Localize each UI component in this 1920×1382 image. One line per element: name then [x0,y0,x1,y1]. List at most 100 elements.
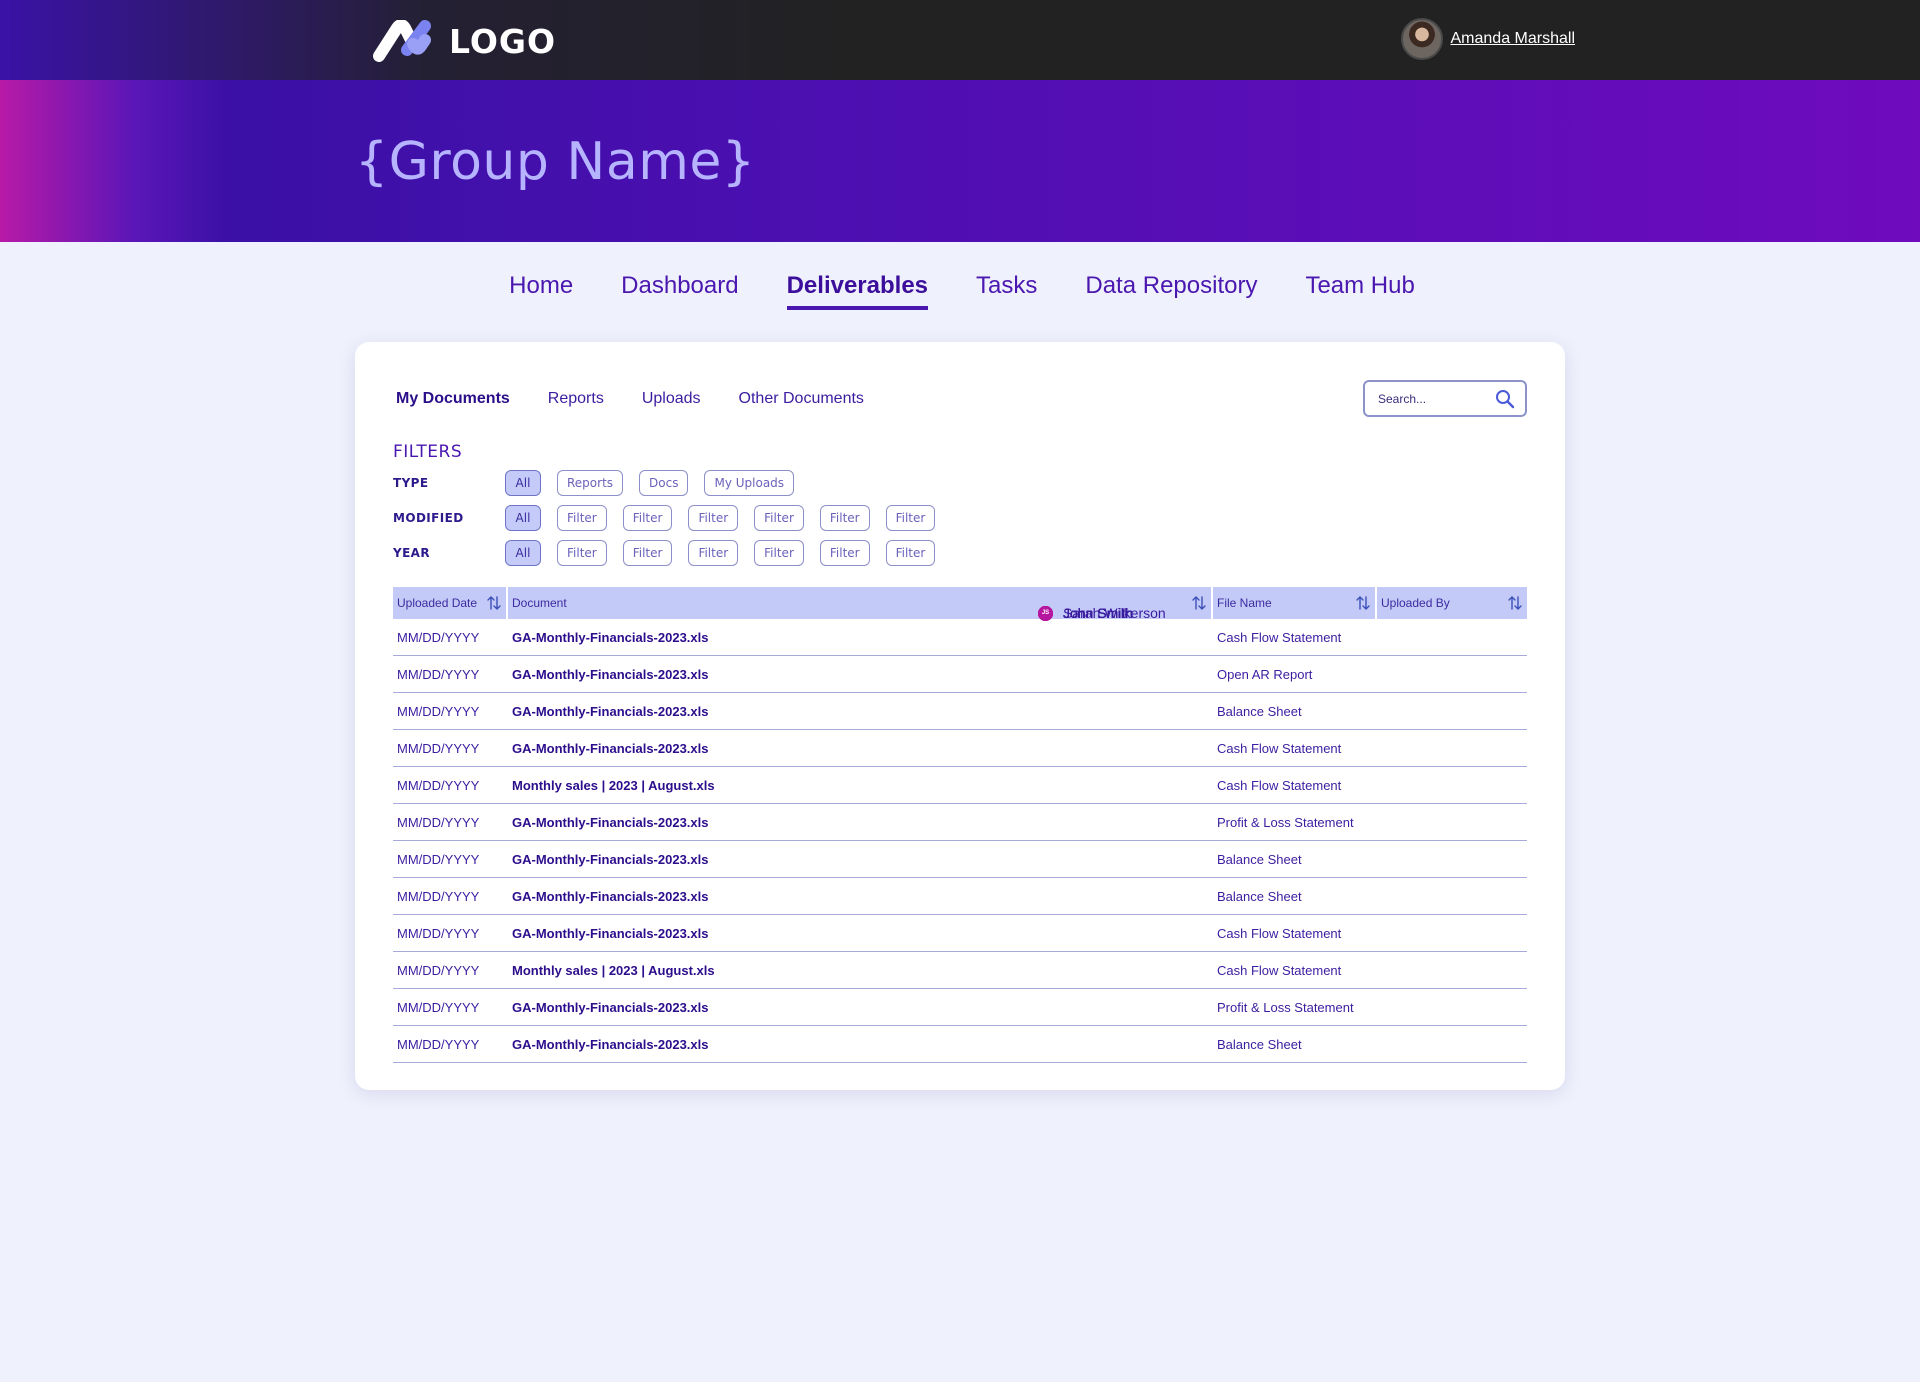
filter-chip[interactable]: Filter [622,505,673,531]
filter-chip[interactable]: Filter [754,505,804,531]
column-header-uploaded-date[interactable]: Uploaded Date [393,587,508,619]
documents-card: My Documents Reports Uploads Other Docum… [355,342,1565,1090]
nav-tasks[interactable]: Tasks [976,272,1037,310]
filter-chip[interactable]: Filter [688,505,739,531]
cell-uploaded-date: MM/DD/YYYY [397,814,480,830]
filter-chip[interactable]: Reports [557,470,624,496]
tab-my-documents[interactable]: My Documents [396,390,510,408]
filter-chip[interactable]: Filter [557,505,607,531]
sort-icon[interactable] [1191,595,1207,611]
filter-chip[interactable]: Filter [885,540,936,566]
table-row[interactable]: MM/DD/YYYY GA-Monthly-Financials-2023.xls… [393,605,1527,878]
search-input[interactable] [1378,391,1488,406]
tab-other-documents[interactable]: Other Documents [739,390,864,408]
filter-chip[interactable]: All [505,470,541,496]
table-row[interactable]: MM/DD/YYYY GA-Monthly-Financials-2023.xls… [393,605,1527,841]
cell-uploaded-date: MM/DD/YYYY [397,999,480,1015]
cell-document-link[interactable]: GA-Monthly-Financials-2023.xls [508,630,1213,645]
cell-file-name: Balance Sheet [1217,888,1302,904]
filter-chip[interactable]: Filter [557,540,607,566]
search-box[interactable] [1363,380,1527,417]
filter-chip[interactable]: Filter [819,540,870,566]
column-header-uploaded-by[interactable]: Uploaded By [1377,587,1527,619]
cell-uploaded-date: MM/DD/YYYY [397,629,480,645]
column-header-file-name[interactable]: File Name [1213,587,1377,619]
page-title: {Group Name} [355,132,756,192]
filter-chip[interactable]: Filter [885,505,936,531]
cell-file-name: Cash Flow Statement [1217,925,1342,941]
cell-document-link[interactable]: Monthly sales | 2023 | August.xls [508,778,1213,793]
tab-reports[interactable]: Reports [548,390,604,408]
cell-document-link[interactable]: GA-Monthly-Financials-2023.xls [508,926,1213,941]
nav-dashboard[interactable]: Dashboard [621,272,738,310]
cell-uploaded-date: MM/DD/YYYY [397,962,480,978]
filter-chip[interactable]: Filter [688,540,739,566]
sort-icon[interactable] [1507,595,1523,611]
table-row[interactable]: MM/DD/YYYY GA-Monthly-Financials-2023.xls… [393,605,1527,1026]
filter-chip[interactable]: My Uploads [704,470,795,496]
filter-row-modified: MODIFIED All Filter Filter Filter Filter… [393,505,951,531]
table-row[interactable]: MM/DD/YYYY GA-Monthly-Financials-2023.xls… [393,605,1527,1063]
tab-uploads[interactable]: Uploads [642,390,701,408]
cell-uploaded-date: MM/DD/YYYY [397,777,480,793]
table-row[interactable]: MM/DD/YYYY Monthly sales | 2023 | August.… [393,605,1527,804]
filters-heading: FILTERS [393,442,463,462]
user-menu[interactable]: Amanda Marshall [1400,18,1576,60]
nav-team-hub[interactable]: Team Hub [1305,272,1414,310]
table-row[interactable]: MM/DD/YYYY GA-Monthly-Financials-2023.xls… [393,605,1527,656]
filter-label-modified: MODIFIED [393,511,464,525]
main-nav: Home Dashboard Deliverables Tasks Data R… [0,272,1920,310]
cell-file-name: Profit & Loss Statement [1217,814,1354,830]
nav-home[interactable]: Home [509,272,573,310]
filter-label-type: TYPE [393,476,429,490]
logo-icon [373,20,431,62]
column-header-label: Uploaded By [1381,596,1450,610]
nav-data-repository[interactable]: Data Repository [1085,272,1257,310]
column-header-label: File Name [1217,596,1272,610]
filter-chip[interactable]: Docs [639,470,689,496]
logo[interactable]: LOGO [373,20,556,62]
cell-document-link[interactable]: Monthly sales | 2023 | August.xls [508,963,1213,978]
cell-file-name: Cash Flow Statement [1217,740,1342,756]
cell-file-name: Cash Flow Statement [1217,777,1342,793]
cell-file-name: Cash Flow Statement [1217,629,1342,645]
cell-file-name: Profit & Loss Statement [1217,999,1354,1015]
cell-uploaded-date: MM/DD/YYYY [397,925,480,941]
table-row[interactable]: MM/DD/YYYY GA-Monthly-Financials-2023.xls… [393,605,1527,952]
cell-document-link[interactable]: GA-Monthly-Financials-2023.xls [508,704,1213,719]
cell-uploaded-date: MM/DD/YYYY [397,851,480,867]
filter-chip[interactable]: Filter [622,540,673,566]
cell-document-link[interactable]: GA-Monthly-Financials-2023.xls [508,667,1213,682]
user-initials-avatar: JS [1038,605,1053,621]
nav-deliverables[interactable]: Deliverables [786,272,929,310]
table-row[interactable]: MM/DD/YYYY GA-Monthly-Financials-2023.xls… [393,605,1527,693]
cell-file-name: Cash Flow Statement [1217,962,1342,978]
filter-chip[interactable]: Filter [819,505,870,531]
cell-document-link[interactable]: GA-Monthly-Financials-2023.xls [508,1000,1213,1015]
top-bar: LOGO Amanda Marshall [0,0,1920,80]
table-row[interactable]: MM/DD/YYYY Monthly sales | 2023 | August.… [393,605,1527,989]
table-row[interactable]: MM/DD/YYYY GA-Monthly-Financials-2023.xls… [393,605,1527,730]
filter-chip[interactable]: All [505,540,541,566]
user-name-link[interactable]: Amanda Marshall [1451,30,1576,48]
avatar[interactable] [1400,18,1443,60]
cell-document-link[interactable]: GA-Monthly-Financials-2023.xls [508,1037,1213,1052]
sort-icon[interactable] [486,595,502,611]
filter-chip[interactable]: All [505,505,541,531]
cell-uploaded-date: MM/DD/YYYY [397,666,480,682]
cell-document-link[interactable]: GA-Monthly-Financials-2023.xls [508,741,1213,756]
table-header: Uploaded Date Document File Name Uploade… [393,587,1527,619]
sort-icon[interactable] [1355,595,1371,611]
filter-chip[interactable]: Filter [754,540,804,566]
table-row[interactable]: MM/DD/YYYY GA-Monthly-Financials-2023.xls… [393,605,1527,915]
cell-uploaded-by: JS John Smith [1032,605,1182,621]
cell-document-link[interactable]: GA-Monthly-Financials-2023.xls [508,852,1213,867]
cell-uploaded-date: MM/DD/YYYY [397,888,480,904]
search-icon[interactable] [1495,389,1515,409]
logo-text: LOGO [449,21,557,61]
table-row[interactable]: MM/DD/YYYY GA-Monthly-Financials-2023.xls… [393,605,1527,767]
cell-document-link[interactable]: GA-Monthly-Financials-2023.xls [508,815,1213,830]
column-header-label: Uploaded Date [397,596,478,610]
cell-document-link[interactable]: GA-Monthly-Financials-2023.xls [508,889,1213,904]
documents-table: Uploaded Date Document File Name Uploade… [393,587,1527,1063]
